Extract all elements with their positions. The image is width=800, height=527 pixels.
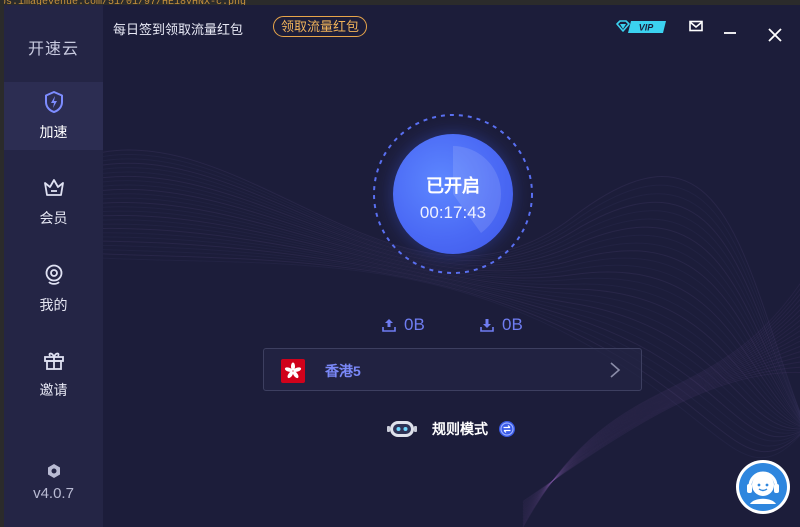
screen: ps.imagevenue.com/51/01/97/HE18VHNX-c.pn…: [0, 0, 800, 527]
upload-icon: [382, 319, 396, 332]
claim-traffic-button[interactable]: 领取流量红包: [273, 16, 368, 37]
customer-support-icon[interactable]: [736, 460, 790, 514]
diamond-vip-icon: [616, 20, 630, 32]
sidebar-item-label: 邀请: [39, 382, 68, 398]
gift-icon: [43, 352, 64, 370]
hong-kong-flag-icon: [281, 359, 305, 383]
sidebar-item-label: 我的: [39, 297, 68, 313]
download-icon: [480, 319, 494, 332]
upload-value: 0B: [404, 315, 425, 334]
vip-label: VIP: [639, 23, 655, 33]
sidebar-item-accelerate[interactable]: 加速: [4, 82, 103, 150]
top-bar: 每日签到领取流量红包 领取流量红包 VIP: [103, 5, 800, 47]
switch-mode-icon: [499, 421, 515, 437]
lightning-shield-icon: [44, 91, 63, 113]
sidebar-item-membership[interactable]: 会员: [4, 168, 103, 236]
sidebar-item-invite[interactable]: 邀请: [4, 340, 103, 408]
sidebar-item-label: 加速: [39, 124, 68, 140]
sidebar: 开速云 加速 会员 我的 邀请 v4.0.7: [4, 5, 103, 527]
connection-status: 已开启: [426, 175, 480, 196]
main-panel: 已开启 00:17:43 0B 0B 香港5 规则模式: [103, 47, 800, 527]
chevron-right-icon: [610, 362, 621, 378]
user-icon: [45, 264, 62, 285]
hexagon-icon: [47, 464, 60, 478]
download-traffic: 0B: [480, 315, 523, 335]
app-window: 开速云 加速 会员 我的 邀请 v4.0.7 每日签到领取流量红包 领取流量红包…: [4, 5, 800, 527]
proxy-mode-label: 规则模式: [432, 421, 488, 437]
app-title: 开速云: [27, 41, 79, 58]
connection-toggle-button[interactable]: 已开启 00:17:43: [393, 134, 513, 254]
vip-badge[interactable]: VIP: [616, 20, 668, 34]
close-icon[interactable]: [767, 27, 783, 43]
mail-icon[interactable]: [688, 18, 704, 34]
minimize-icon[interactable]: [722, 19, 738, 35]
node-selector[interactable]: 香港5: [263, 348, 642, 391]
connection-timer: 00:17:43: [419, 202, 487, 222]
sidebar-item-profile[interactable]: 我的: [4, 255, 103, 323]
upload-traffic: 0B: [382, 315, 425, 335]
crown-icon: [43, 179, 64, 196]
download-value: 0B: [502, 315, 523, 334]
node-name: 香港5: [325, 363, 361, 379]
version-label: v4.0.7: [33, 485, 74, 502]
version-info: v4.0.7: [4, 463, 103, 502]
sidebar-item-label: 会员: [39, 210, 68, 226]
promo-text: 每日签到领取流量红包: [113, 22, 244, 37]
proxy-mode-selector[interactable]: 规则模式: [386, 418, 516, 440]
robot-mode-icon: [387, 421, 417, 437]
